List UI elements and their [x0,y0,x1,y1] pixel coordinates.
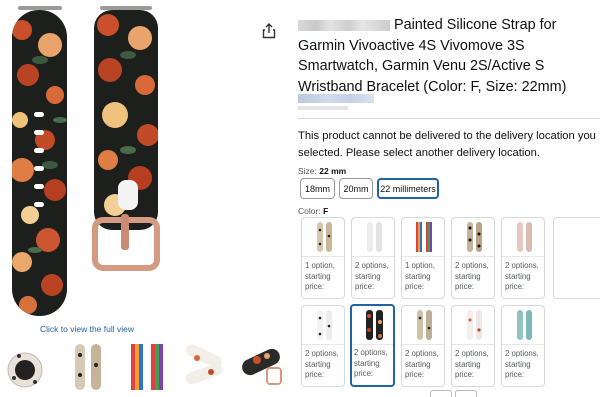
color-swatch-leopard-dark[interactable]: 2 options, starting price: [451,217,495,299]
color-label: Color: F [298,206,329,216]
thumbnail-strip [5,340,290,395]
brand-blur-redaction [298,19,390,31]
thumbnail-leopard-strap[interactable] [63,340,113,392]
color-swatch-teal[interactable]: 2 options, starting price: [501,305,545,387]
product-title: Painted Silicone Strap for Garmin Vivoac… [298,17,567,95]
color-swatch-row3-edge[interactable] [455,390,477,397]
view-full-link[interactable]: Click to view the full view [40,324,134,334]
share-icon[interactable] [262,23,276,39]
thumbnail-floral-white-strap[interactable] [179,340,229,392]
color-swatch-leopard[interactable]: 1 option, starting price: [301,217,345,299]
size-selected-value: 22 mm [319,166,347,176]
color-swatch-pink[interactable]: 2 options, starting price: [501,217,545,299]
color-swatch-cutoff[interactable] [553,217,600,299]
size-option-18mm[interactable]: 18mm [300,178,335,199]
main-product-image[interactable] [0,0,195,320]
thumbnail-leopard-watch[interactable] [5,340,55,392]
color-selected-value: F [323,206,329,216]
color-swatch-floral-light[interactable]: 2 options, starting price: [451,305,495,387]
thumbnail-rainbow-strap[interactable] [121,340,171,392]
divider [298,118,600,119]
color-swatch-white[interactable]: 2 options, starting price: [351,217,395,299]
color-swatch-row3-edge[interactable] [430,390,452,397]
store-link-redaction[interactable] [298,94,374,103]
color-swatch-floral-dark-selected[interactable]: 2 options, starting price: [350,304,395,387]
delivery-warning: This product cannot be delivered to the … [298,130,596,159]
size-option-20mm[interactable]: 20mm [339,178,373,199]
rating-redaction [298,106,348,110]
color-swatch-dalmatian[interactable]: 2 options, starting price: [301,305,345,387]
thumbnail-floral-dark-strap[interactable] [237,340,287,392]
size-label: Size: 22 mm [298,166,347,176]
color-swatch-leopard-mix[interactable]: 2 options, starting price: [401,305,445,387]
size-option-22mm[interactable]: 22 millimeters [377,178,439,199]
color-swatch-rainbow[interactable]: 1 option, starting price: [401,217,445,299]
